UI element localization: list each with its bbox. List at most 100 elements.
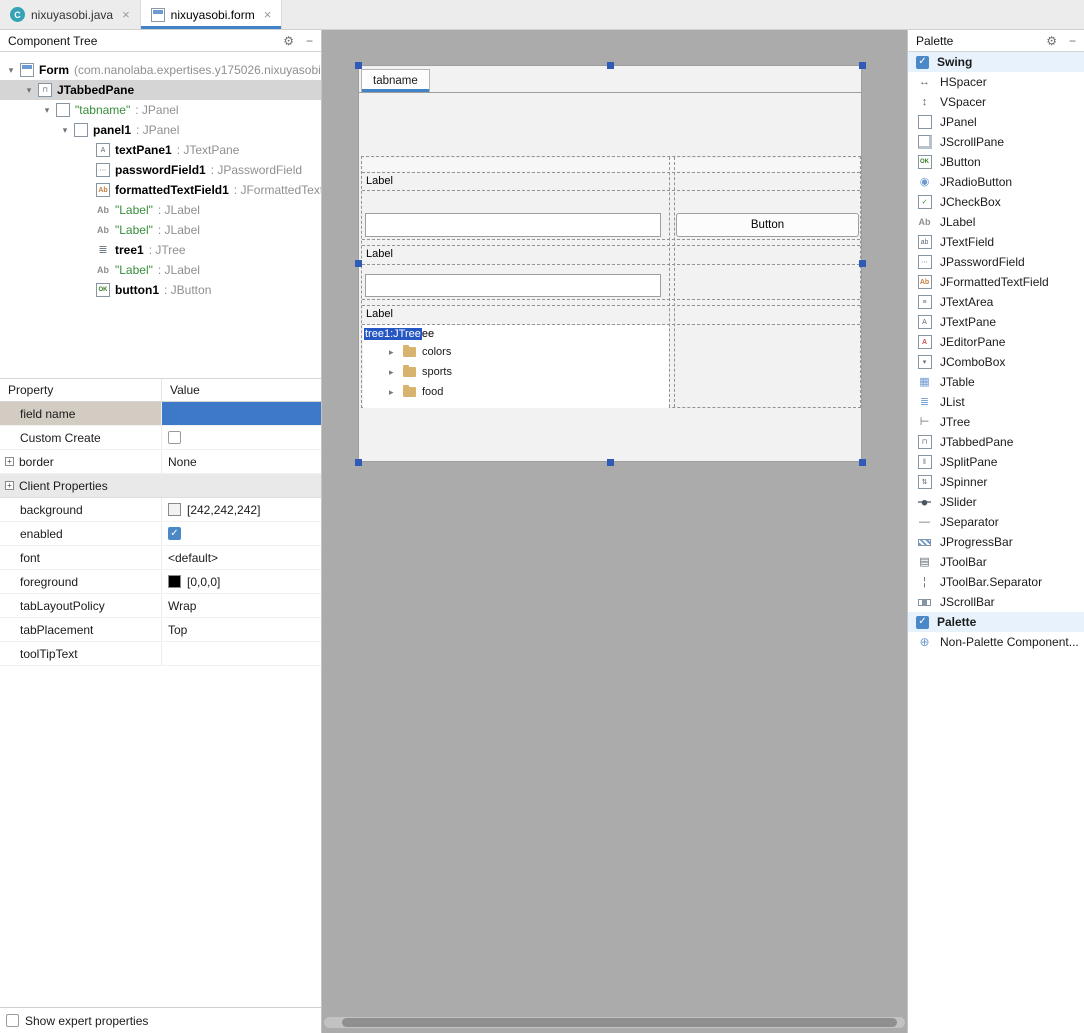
tree-node-formattedtextfield1[interactable]: Ab formattedTextField1 : JFormattedTextF… bbox=[0, 180, 321, 200]
design-canvas[interactable]: tabname Label Button Label Label tree1:J… bbox=[322, 30, 907, 1033]
property-row-tabplacement[interactable]: tabPlacement Top bbox=[0, 618, 321, 642]
property-row-background[interactable]: background [242,242,242] bbox=[0, 498, 321, 522]
property-row-tooltiptext[interactable]: toolTipText bbox=[0, 642, 321, 666]
designer-tab-tabname[interactable]: tabname bbox=[361, 69, 430, 92]
property-name[interactable]: background bbox=[0, 498, 162, 521]
canvas-horizontal-scrollbar[interactable] bbox=[324, 1017, 905, 1028]
property-group-client-properties[interactable]: + Client Properties bbox=[0, 474, 321, 498]
property-value[interactable] bbox=[162, 642, 321, 665]
property-value-editor[interactable] bbox=[162, 402, 321, 425]
tree-node-tabname[interactable]: ▾ "tabname" : JPanel bbox=[0, 100, 321, 120]
designer-label-1[interactable]: Label bbox=[366, 174, 393, 189]
selection-handle-mid-left[interactable] bbox=[355, 260, 362, 267]
palette-item-jpanel[interactable]: JPanel bbox=[908, 112, 1084, 132]
palette-group-palette[interactable]: ✓ Palette bbox=[908, 612, 1084, 632]
designer-formatted-text-field[interactable] bbox=[365, 274, 661, 297]
selection-handle-bottom-left[interactable] bbox=[355, 459, 362, 466]
gear-icon[interactable]: ⚙ bbox=[1046, 35, 1057, 47]
property-name[interactable]: tabPlacement bbox=[0, 618, 162, 641]
palette-item-jspinner[interactable]: ⇅ JSpinner bbox=[908, 472, 1084, 492]
chevron-down-icon[interactable]: ▾ bbox=[40, 105, 54, 116]
palette-item-jformattedtextfield[interactable]: Ab JFormattedTextField bbox=[908, 272, 1084, 292]
checkbox-checked[interactable]: ✓ bbox=[916, 55, 929, 69]
palette-item-jtextfield[interactable]: ab JTextField bbox=[908, 232, 1084, 252]
selection-handle-bottom-center[interactable] bbox=[607, 459, 614, 466]
tree-node-label-2[interactable]: Ab "Label" : JLabel bbox=[0, 220, 321, 240]
palette-item-jtree[interactable]: ⊢ JTree bbox=[908, 412, 1084, 432]
property-value[interactable]: Wrap bbox=[162, 594, 321, 617]
palette-item-jcheckbox[interactable]: ✓ JCheckBox bbox=[908, 192, 1084, 212]
property-name[interactable]: font bbox=[0, 546, 162, 569]
property-name[interactable]: foreground bbox=[0, 570, 162, 593]
tab-nixuyasobi-java[interactable]: C nixuyasobi.java × bbox=[0, 0, 140, 29]
property-row-enabled[interactable]: enabled ✓ bbox=[0, 522, 321, 546]
design-form[interactable]: tabname Label Button Label Label tree1:J… bbox=[358, 65, 862, 462]
palette-item-jprogressbar[interactable]: JProgressBar bbox=[908, 532, 1084, 552]
tree-root-node[interactable]: tree1:JTreeee bbox=[364, 327, 669, 341]
checkbox-unchecked[interactable] bbox=[6, 1014, 19, 1027]
palette-item-jpasswordfield[interactable]: ⋯ JPasswordField bbox=[908, 252, 1084, 272]
chevron-right-icon[interactable]: ▸ bbox=[389, 347, 397, 358]
selection-handle-mid-right[interactable] bbox=[859, 260, 866, 267]
palette-item-hspacer[interactable]: ↔ HSpacer bbox=[908, 72, 1084, 92]
checkbox-checked[interactable]: ✓ bbox=[168, 527, 181, 540]
tab-nixuyasobi-form[interactable]: nixuyasobi.form × bbox=[139, 0, 283, 29]
designer-password-field[interactable] bbox=[365, 213, 661, 237]
checkbox-checked[interactable]: ✓ bbox=[916, 615, 929, 629]
property-value[interactable]: [242,242,242] bbox=[187, 503, 260, 517]
selection-handle-top-center[interactable] bbox=[607, 62, 614, 69]
tree-item-colors[interactable]: ▸ colors bbox=[363, 342, 669, 362]
expander-icon[interactable]: + bbox=[5, 481, 14, 490]
designer-textpane[interactable] bbox=[363, 158, 859, 171]
palette-item-jlist[interactable]: ≣ JList bbox=[908, 392, 1084, 412]
chevron-right-icon[interactable]: ▸ bbox=[389, 367, 397, 378]
palette-item-jscrollpane[interactable]: JScrollPane bbox=[908, 132, 1084, 152]
tree-node-label-1[interactable]: Ab "Label" : JLabel bbox=[0, 200, 321, 220]
palette-item-jsplitpane[interactable]: ‖ JSplitPane bbox=[908, 452, 1084, 472]
tree-item-sports[interactable]: ▸ sports bbox=[363, 362, 669, 382]
selection-handle-top-right[interactable] bbox=[859, 62, 866, 69]
palette-item-jtoolbar-separator[interactable]: ¦ JToolBar.Separator bbox=[908, 572, 1084, 592]
designer-label-3[interactable]: Label bbox=[366, 307, 393, 322]
palette-item-jeditorpane[interactable]: A JEditorPane bbox=[908, 332, 1084, 352]
property-name[interactable]: field name bbox=[0, 402, 162, 425]
selection-handle-top-left[interactable] bbox=[355, 62, 362, 69]
property-row-border[interactable]: + border None bbox=[0, 450, 321, 474]
palette-item-jtable[interactable]: ▦ JTable bbox=[908, 372, 1084, 392]
hide-icon[interactable]: − bbox=[306, 35, 313, 47]
palette-item-jseparator[interactable]: ― JSeparator bbox=[908, 512, 1084, 532]
gear-icon[interactable]: ⚙ bbox=[283, 35, 294, 47]
property-name[interactable]: border bbox=[19, 455, 54, 469]
tree-node-label-3[interactable]: Ab "Label" : JLabel bbox=[0, 260, 321, 280]
property-row-custom-create[interactable]: Custom Create bbox=[0, 426, 321, 450]
close-icon[interactable]: × bbox=[264, 7, 272, 22]
chevron-down-icon[interactable]: ▾ bbox=[4, 65, 18, 76]
property-value[interactable]: None bbox=[162, 450, 321, 473]
palette-item-jbutton[interactable]: OK JButton bbox=[908, 152, 1084, 172]
designer-button[interactable]: Button bbox=[676, 213, 859, 237]
property-value[interactable]: Top bbox=[162, 618, 321, 641]
palette-item-jradiobutton[interactable]: ◉ JRadioButton bbox=[908, 172, 1084, 192]
palette-item-jscrollbar[interactable]: JScrollBar bbox=[908, 592, 1084, 612]
palette-item-jtoolbar[interactable]: ▤ JToolBar bbox=[908, 552, 1084, 572]
property-row-foreground[interactable]: foreground [0,0,0] bbox=[0, 570, 321, 594]
tree-node-textpane1[interactable]: A textPane1 : JTextPane bbox=[0, 140, 321, 160]
property-row-font[interactable]: font <default> bbox=[0, 546, 321, 570]
palette-item-vspacer[interactable]: ↕ VSpacer bbox=[908, 92, 1084, 112]
palette-item-jslider[interactable]: JSlider bbox=[908, 492, 1084, 512]
color-swatch-background[interactable] bbox=[168, 503, 181, 516]
property-name[interactable]: enabled bbox=[0, 522, 162, 545]
close-icon[interactable]: × bbox=[122, 7, 130, 22]
tree-node-tree1[interactable]: ≣ tree1 : JTree bbox=[0, 240, 321, 260]
property-row-tablayoutpolicy[interactable]: tabLayoutPolicy Wrap bbox=[0, 594, 321, 618]
property-name[interactable]: Custom Create bbox=[0, 426, 162, 449]
property-row-field-name[interactable]: field name bbox=[0, 402, 321, 426]
chevron-down-icon[interactable]: ▾ bbox=[58, 125, 72, 136]
selection-handle-bottom-right[interactable] bbox=[859, 459, 866, 466]
chevron-right-icon[interactable]: ▸ bbox=[389, 387, 397, 398]
expander-icon[interactable]: + bbox=[5, 457, 14, 466]
palette-item-jlabel[interactable]: Ab JLabel bbox=[908, 212, 1084, 232]
tree-node-passwordfield1[interactable]: ⋯ passwordField1 : JPasswordField bbox=[0, 160, 321, 180]
designer-label-2[interactable]: Label bbox=[366, 247, 393, 262]
tree-node-form[interactable]: ▾ Form (com.nanolaba.expertises.y175026.… bbox=[0, 60, 321, 80]
